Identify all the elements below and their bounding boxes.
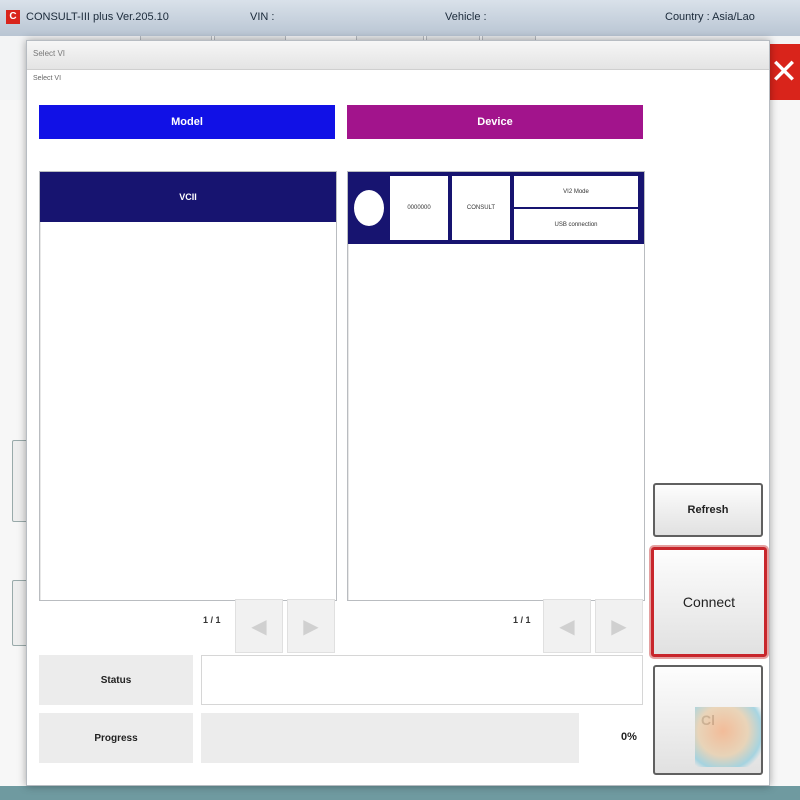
app-logo-icon: C: [6, 10, 20, 24]
model-list: VCII: [39, 171, 337, 601]
device-vi-mode: VI2 Mode: [514, 176, 638, 207]
connect-button[interactable]: Connect: [651, 547, 767, 657]
device-header: Device: [347, 105, 643, 139]
taskbar-strip: [0, 786, 800, 800]
vin-label: VIN :: [250, 11, 275, 23]
progress-bar: [201, 713, 579, 763]
device-list: 0000000 CONSULT VI2 Mode USB connection: [347, 171, 645, 601]
model-next-button[interactable]: ▶: [287, 599, 335, 653]
app-title: CONSULT-III plus Ver.205.10: [26, 11, 169, 23]
model-pager-text: 1 / 1: [203, 615, 221, 625]
country-label: Country : Asia/Lao: [665, 11, 755, 23]
select-vi-dialog: Select VI Select VI Model Device VCII 00…: [26, 40, 770, 786]
device-icon: [354, 190, 384, 226]
model-header: Model: [39, 105, 335, 139]
dialog-caption: Select VI: [27, 41, 769, 70]
app-titlebar: C CONSULT-III plus Ver.205.10 VIN : Vehi…: [0, 0, 800, 37]
status-label: Status: [39, 655, 193, 705]
dialog-caption-text: Select VI: [33, 49, 66, 58]
vehicle-label: Vehicle :: [445, 11, 487, 23]
close-button[interactable]: Cl: [653, 665, 763, 775]
model-row-vci[interactable]: VCII: [40, 172, 336, 222]
chevron-left-icon: ◀: [559, 615, 575, 638]
progress-percent: 0%: [621, 731, 637, 743]
device-row[interactable]: 0000000 CONSULT VI2 Mode USB connection: [348, 172, 644, 244]
device-connection: USB connection: [514, 209, 638, 240]
device-next-button[interactable]: ▶: [595, 599, 643, 653]
chevron-right-icon: ▶: [303, 615, 319, 638]
chevron-left-icon: ◀: [251, 615, 267, 638]
device-type: CONSULT: [452, 176, 510, 240]
status-field: [201, 655, 643, 705]
device-pager-text: 1 / 1: [513, 615, 531, 625]
device-serial: 0000000: [390, 176, 448, 240]
overlay-watermark: [695, 707, 761, 767]
close-icon[interactable]: ✕: [768, 44, 800, 100]
progress-label: Progress: [39, 713, 193, 763]
dialog-subcaption: Select VI: [33, 75, 62, 82]
device-prev-button[interactable]: ◀: [543, 599, 591, 653]
chevron-right-icon: ▶: [611, 615, 627, 638]
model-prev-button[interactable]: ◀: [235, 599, 283, 653]
refresh-button[interactable]: Refresh: [653, 483, 763, 537]
